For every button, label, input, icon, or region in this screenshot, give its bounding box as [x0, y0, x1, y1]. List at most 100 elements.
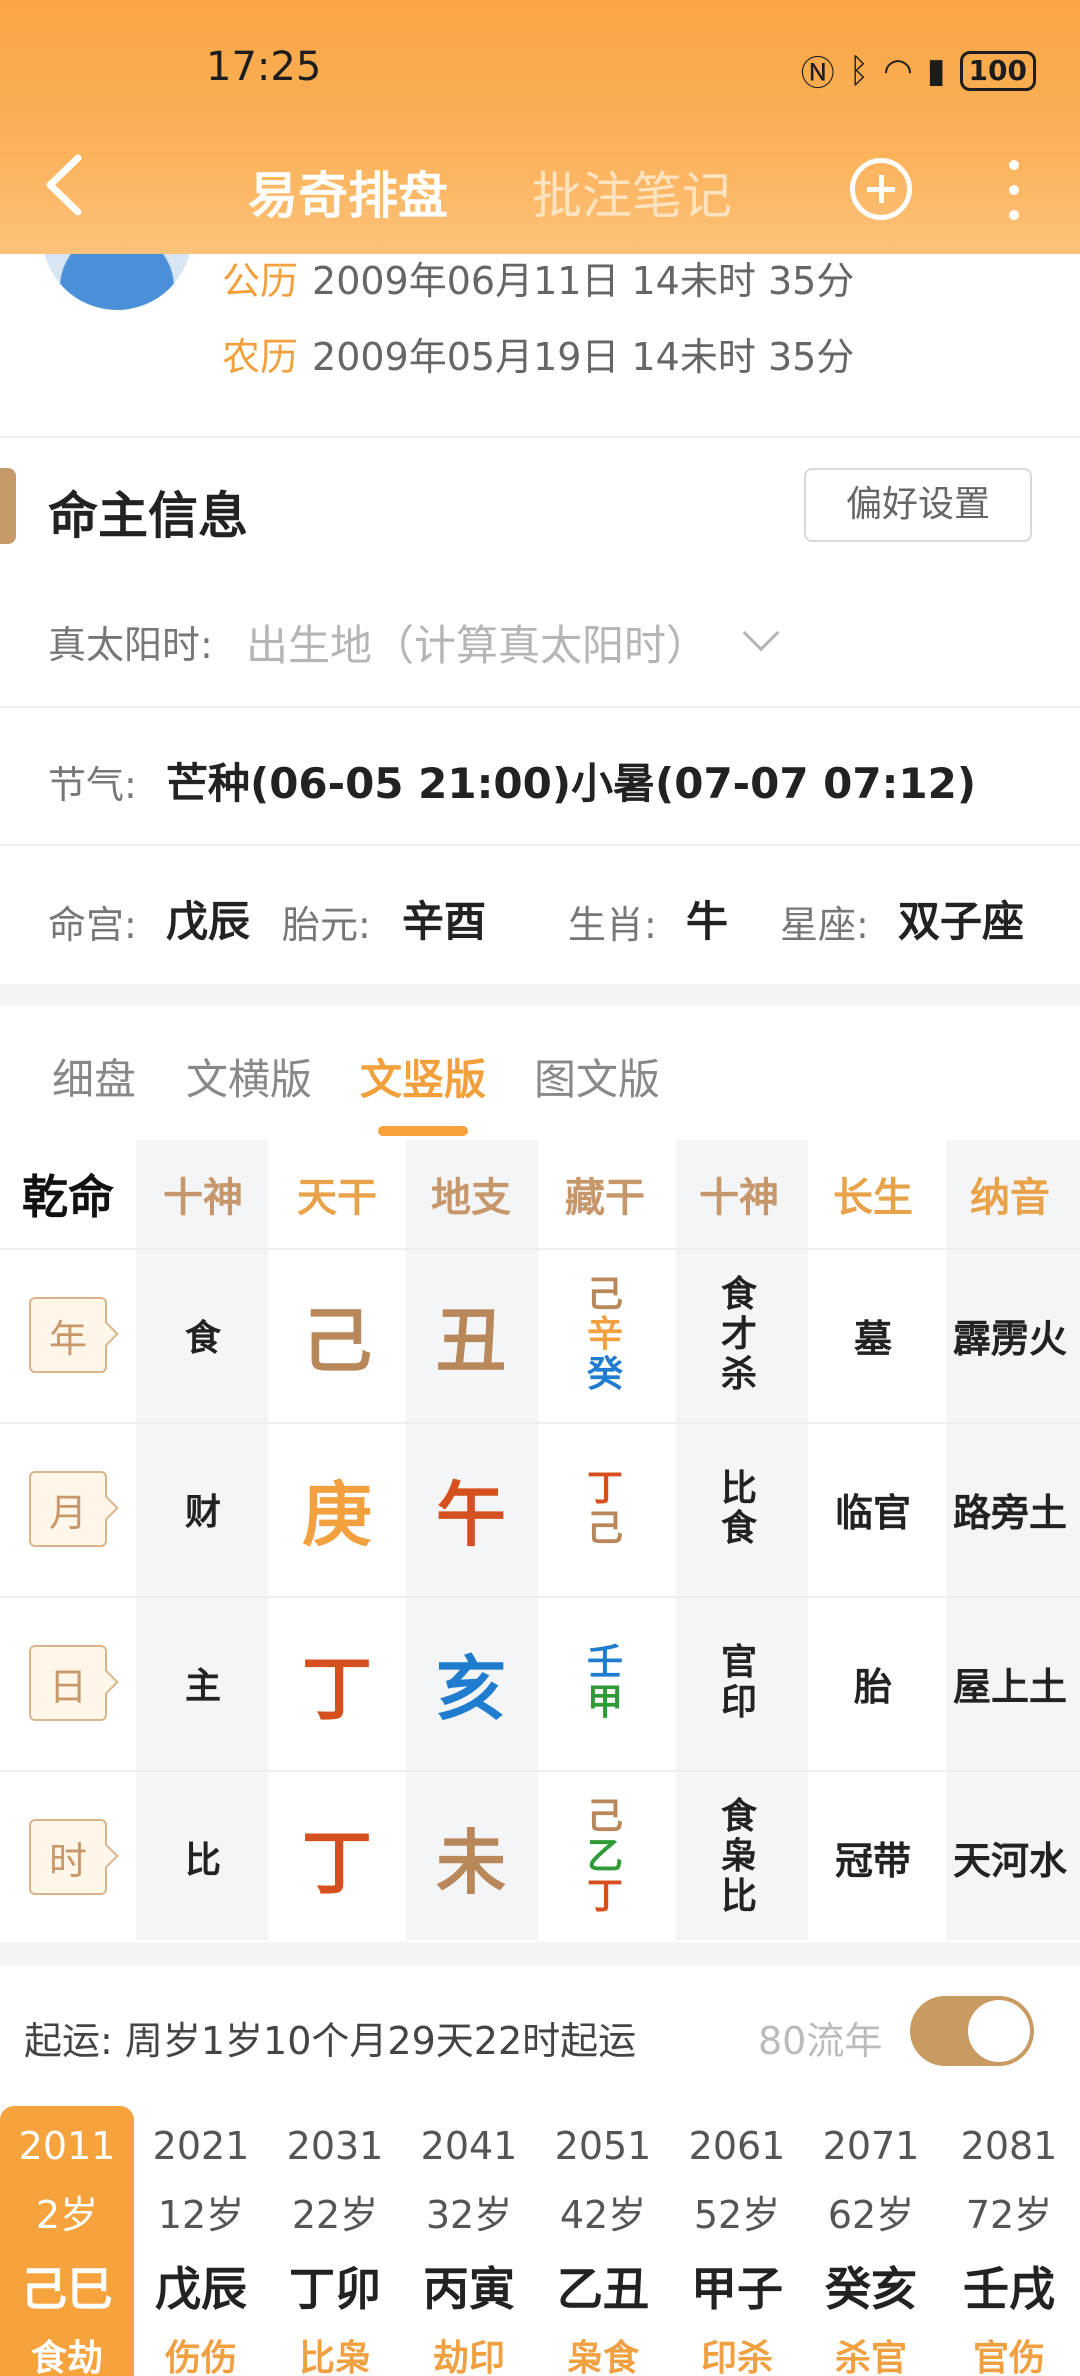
dayun-item[interactable]: 2051 42岁 乙丑 枭食 [536, 2106, 670, 2376]
wifi-icon: ◠ [883, 50, 913, 91]
cell-shishen-2: 食才杀 [672, 1248, 806, 1422]
divider [0, 844, 1080, 846]
dayun-year: 2011 [18, 2124, 116, 2168]
pillar-hour: 时 [0, 1770, 136, 1944]
header-tiangan: 天干 [297, 1175, 377, 1221]
dayun-year: 2081 [960, 2124, 1058, 2168]
cell-tiangan: 丁 [302, 1821, 372, 1904]
section-title: 命主信息 [48, 487, 248, 545]
dayun-ganzhi: 丁卯 [289, 2262, 381, 2316]
dayun-item[interactable]: 2031 22岁 丁卯 比枭 [268, 2106, 402, 2376]
true-solar-select[interactable]: 出生地（计算真太阳时） [246, 612, 708, 673]
qiyun-text: 起运: 周岁1岁10个月29天22时起运 [24, 2019, 637, 2063]
pillar-tag: 月 [29, 1471, 107, 1547]
dayun-ganzhi: 甲子 [691, 2262, 783, 2316]
pillar-tag: 年 [29, 1297, 107, 1373]
dayun-age: 22岁 [291, 2193, 379, 2237]
cell-shishen-2: 食枭比 [672, 1770, 806, 1944]
chevron-down-icon[interactable] [742, 614, 780, 652]
back-arrow-icon[interactable] [40, 150, 90, 220]
canggan-char: 己 [586, 1274, 623, 1315]
dayun-item[interactable]: 2081 72岁 壬戌 官伤 [938, 2106, 1080, 2376]
cell-shishen: 财 [184, 1492, 221, 1533]
dayun-ganzhi: 己巳 [21, 2262, 113, 2316]
shishen-char: 食 [720, 1508, 757, 1549]
solar-value: 2009年06月11日 14未时 35分 [312, 259, 855, 303]
taiyuan-label: 胎元: [282, 903, 371, 947]
header-qianming: 乾命 [22, 1170, 114, 1224]
jieqi-value: 芒种(06-05 21:00)小暑(07-07 07:12) [166, 759, 977, 808]
section-gap [0, 1942, 1080, 1966]
dayun-ganzhi: 戊辰 [155, 2262, 247, 2316]
dayun-item[interactable]: 2011 2岁 己巳 食劫 [0, 2106, 134, 2376]
dayun-year: 2051 [554, 2124, 652, 2168]
divider [0, 436, 1080, 438]
tab-annotation-notes[interactable]: 批注笔记 [532, 156, 732, 228]
cell-nayin: 路旁土 [952, 1490, 1067, 1535]
dayun-item[interactable]: 2041 32岁 丙寅 劫印 [402, 2106, 536, 2376]
shishen-char: 官 [720, 1642, 757, 1683]
dayun-age: 72岁 [965, 2193, 1053, 2237]
lunar-value: 2009年05月19日 14未时 35分 [312, 335, 855, 379]
header-canggan: 藏干 [565, 1175, 645, 1221]
bluetooth-icon: ᛒ [848, 50, 870, 91]
pillar-tag: 日 [29, 1645, 107, 1721]
dayun-year: 2021 [152, 2124, 250, 2168]
nfc-icon: Ⓝ [800, 54, 835, 94]
cell-tiangan: 庚 [302, 1473, 372, 1556]
canggan-char: 壬 [586, 1642, 623, 1683]
toggle-knob [968, 2000, 1030, 2062]
cell-dizhi: 亥 [436, 1647, 506, 1730]
header-changsheng: 长生 [833, 1175, 913, 1221]
tab-yiqi-paipan[interactable]: 易奇排盘 [248, 156, 448, 228]
dayun-item[interactable]: 2021 12岁 戊辰 伤伤 [134, 2106, 268, 2376]
more-options-icon[interactable] [1008, 160, 1020, 220]
shishen-char: 杀 [720, 1354, 757, 1395]
canggan-char: 丁 [586, 1876, 623, 1917]
cell-shishen: 食 [184, 1318, 221, 1359]
canggan-char: 癸 [586, 1354, 623, 1395]
5g-signal-icon: ▮ [926, 50, 946, 91]
canggan-char: 丁 [586, 1468, 623, 1509]
dayun-shishen: 官伤 [972, 2338, 1045, 2376]
true-solar-label: 真太阳时: [48, 623, 213, 667]
status-icons: Ⓝ ᛒ ◠ ▮ 100 [801, 46, 1036, 95]
dayun-year: 2071 [822, 2124, 920, 2168]
canggan-char: 乙 [586, 1836, 623, 1877]
dayun-year: 2061 [688, 2124, 786, 2168]
xingzuo-value: 双子座 [898, 897, 1025, 946]
cell-dizhi: 午 [436, 1473, 506, 1556]
shengxiao-label: 生肖: [568, 903, 657, 947]
dayun-item[interactable]: 2071 62岁 癸亥 杀官 [804, 2106, 938, 2376]
dayun-shishen: 劫印 [432, 2338, 505, 2376]
shishen-char: 比 [720, 1876, 757, 1917]
shishen-char: 食 [720, 1274, 757, 1315]
pillar-month: 月 [0, 1422, 136, 1596]
active-tab-indicator [378, 1126, 468, 1136]
canggan-char: 甲 [586, 1682, 623, 1723]
taiyuan-value: 辛酉 [402, 897, 487, 946]
dayun-item[interactable]: 2061 52岁 甲子 印杀 [670, 2106, 804, 2376]
cell-tiangan: 丁 [302, 1647, 372, 1730]
dayun-year: 2041 [420, 2124, 518, 2168]
flow-year-toggle[interactable] [910, 1996, 1034, 2066]
cell-shishen: 主 [184, 1666, 221, 1707]
preference-settings-button[interactable]: 偏好设置 [804, 468, 1032, 542]
dayun-age: 52岁 [693, 2193, 781, 2237]
dayun-age: 12岁 [157, 2193, 245, 2237]
tab-wenshuban[interactable]: 文竖版 [360, 1046, 486, 1107]
dayun-year: 2031 [286, 2124, 384, 2168]
shishen-char: 印 [720, 1682, 757, 1723]
dayun-shishen: 伤伤 [164, 2338, 237, 2376]
cell-changsheng: 临官 [834, 1490, 911, 1535]
tab-xipan[interactable]: 细盘 [52, 1046, 136, 1107]
tab-wenhengban[interactable]: 文横版 [186, 1046, 312, 1107]
pillar-year: 年 [0, 1248, 136, 1422]
cell-shishen: 比 [184, 1840, 221, 1881]
dayun-ganzhi: 丙寅 [423, 2262, 515, 2316]
tab-tuwenban[interactable]: 图文版 [534, 1046, 660, 1107]
add-icon[interactable] [850, 158, 912, 220]
cell-changsheng: 墓 [853, 1316, 892, 1361]
pillar-tag: 时 [29, 1819, 107, 1895]
cell-shishen-2: 官印 [672, 1596, 806, 1770]
